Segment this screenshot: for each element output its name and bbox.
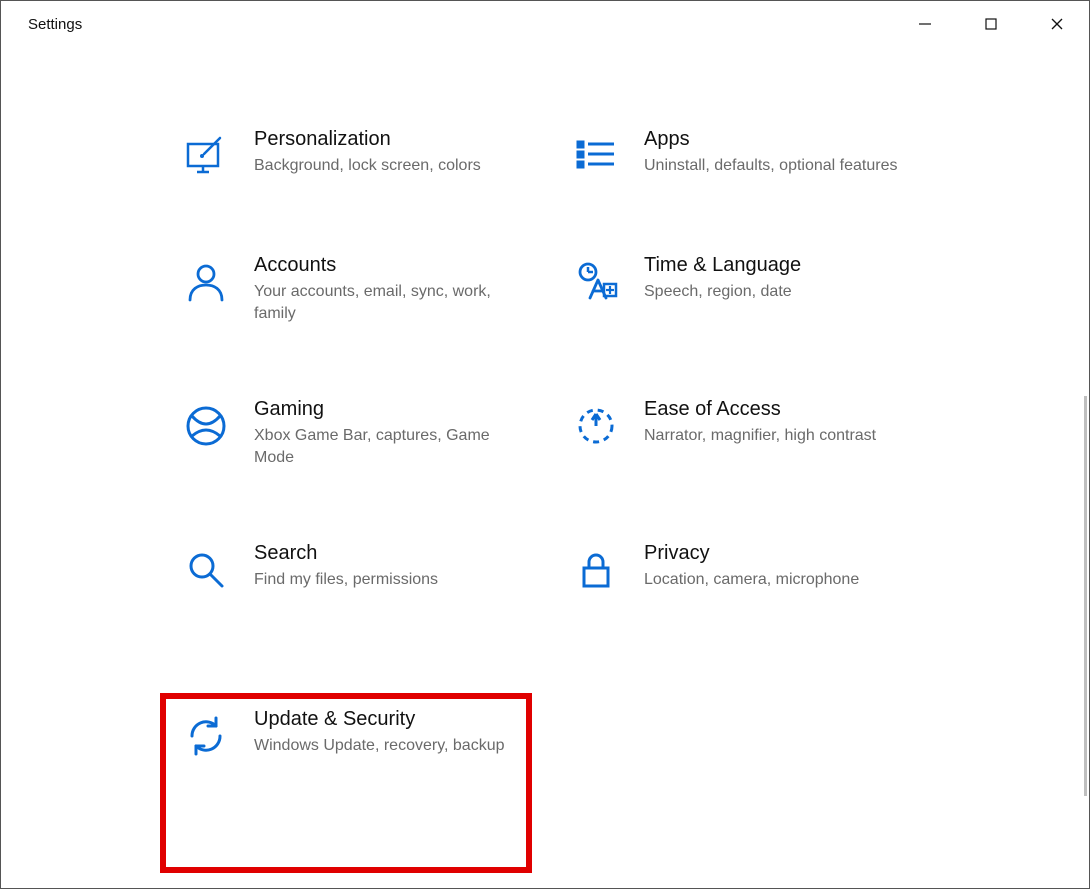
tile-title: Gaming [254,396,514,423]
minimize-button[interactable] [892,2,958,46]
titlebar: Settings [0,0,1090,48]
accounts-icon [182,258,230,306]
settings-grid: Personalization Background, lock screen,… [178,120,958,766]
time-language-icon [572,258,620,306]
tile-subtitle: Your accounts, email, sync, work, family [254,281,514,324]
maximize-button[interactable] [958,2,1024,46]
close-icon [1050,17,1064,31]
privacy-icon [572,546,620,594]
window-controls [892,0,1090,48]
tile-subtitle: Windows Update, recovery, backup [254,735,504,757]
tile-title: Apps [644,126,897,153]
tile-title: Update & Security [254,706,504,733]
tile-subtitle: Background, lock screen, colors [254,155,481,177]
tile-ease-of-access[interactable]: Ease of Access Narrator, magnifier, high… [568,390,958,474]
tile-privacy[interactable]: Privacy Location, camera, microphone [568,534,958,600]
tile-title: Ease of Access [644,396,876,423]
tile-search[interactable]: Search Find my files, permissions [178,534,568,600]
gaming-icon [182,402,230,450]
tile-title: Privacy [644,540,859,567]
ease-of-access-icon [572,402,620,450]
tile-title: Accounts [254,252,514,279]
tile-subtitle: Narrator, magnifier, high contrast [644,425,876,447]
search-icon [182,546,230,594]
tile-subtitle: Find my files, permissions [254,569,438,591]
tile-subtitle: Uninstall, defaults, optional features [644,155,897,177]
tile-title: Time & Language [644,252,801,279]
personalization-icon [182,132,230,180]
tile-subtitle: Xbox Game Bar, captures, Game Mode [254,425,514,468]
vertical-scrollbar[interactable] [1084,396,1087,796]
maximize-icon [984,17,998,31]
tile-apps[interactable]: Apps Uninstall, defaults, optional featu… [568,120,958,186]
tile-subtitle: Location, camera, microphone [644,569,859,591]
apps-icon [572,132,620,180]
tile-title: Search [254,540,438,567]
tile-gaming[interactable]: Gaming Xbox Game Bar, captures, Game Mod… [178,390,568,474]
tile-accounts[interactable]: Accounts Your accounts, email, sync, wor… [178,246,568,330]
tile-time-language[interactable]: Time & Language Speech, region, date [568,246,958,330]
settings-content: Personalization Background, lock screen,… [0,120,1090,889]
close-button[interactable] [1024,2,1090,46]
tile-personalization[interactable]: Personalization Background, lock screen,… [178,120,568,186]
update-security-icon [182,712,230,760]
window-title: Settings [28,16,82,33]
tile-title: Personalization [254,126,481,153]
tile-subtitle: Speech, region, date [644,281,801,303]
minimize-icon [918,17,932,31]
tile-update-security[interactable]: Update & Security Windows Update, recove… [178,700,568,766]
